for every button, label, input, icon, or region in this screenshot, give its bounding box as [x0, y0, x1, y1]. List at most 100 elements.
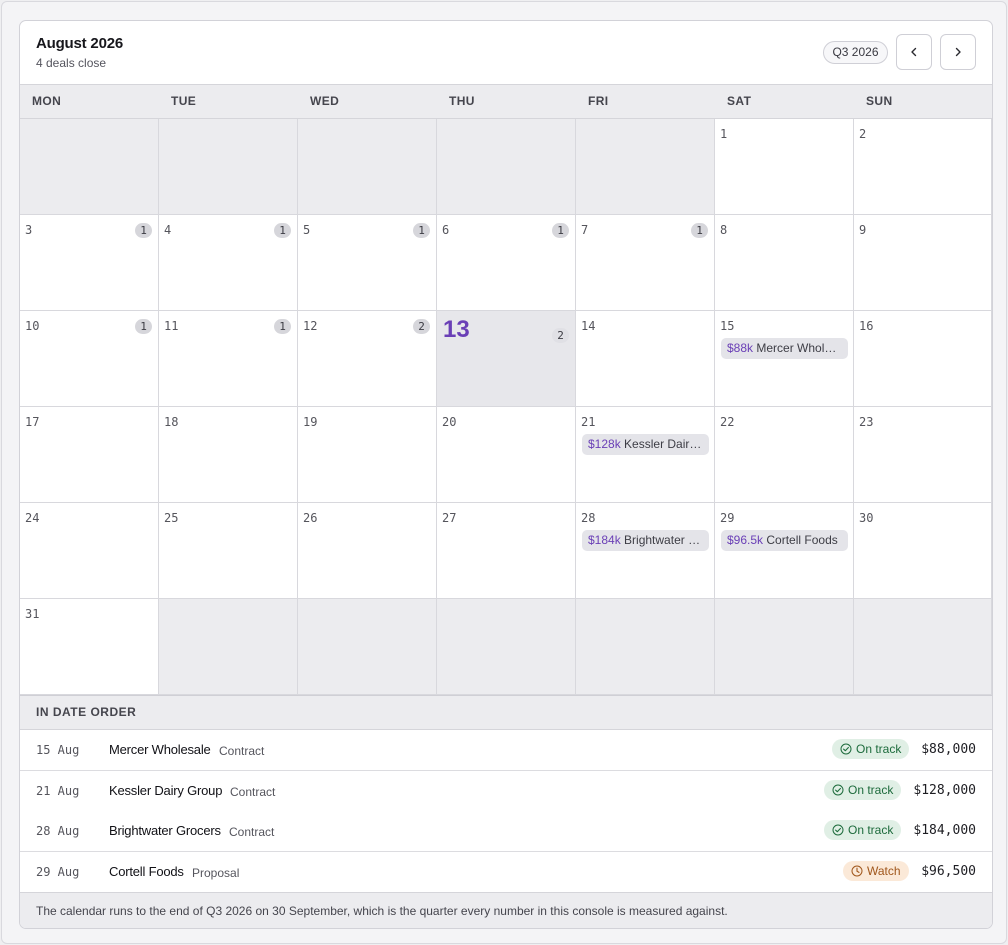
day-cell[interactable]: 61: [437, 215, 576, 311]
day-cell[interactable]: 21 $128k Kessler Dairy Group: [576, 407, 715, 503]
deal-stage: Contract: [230, 784, 276, 799]
day-number: 16: [859, 319, 874, 333]
empty-day-cell: [437, 599, 576, 695]
day-cell[interactable]: 23: [854, 407, 992, 503]
day-cell[interactable]: 19: [298, 407, 437, 503]
deal-chip-amount: $96.5k: [727, 533, 764, 547]
day-cell[interactable]: 41: [159, 215, 298, 311]
deal-chip-amount: $184k: [588, 533, 621, 547]
day-cell[interactable]: 1: [715, 119, 854, 215]
deal-row[interactable]: 28 Aug Brightwater Grocers Contract On trac…: [20, 811, 992, 852]
day-cell[interactable]: 14: [576, 311, 715, 407]
weekday-label: MON: [32, 94, 62, 108]
day-cell[interactable]: 30: [854, 503, 992, 599]
day-cell[interactable]: 31: [20, 599, 159, 695]
day-number: 13: [443, 316, 470, 343]
deal-chip[interactable]: $96.5k Cortell Foods: [721, 530, 848, 551]
day-number: 9: [859, 223, 867, 237]
day-number: 23: [859, 415, 874, 429]
deal-row[interactable]: 29 Aug Cortell Foods Proposal Watch $96,500: [20, 851, 992, 893]
status-label: On track: [856, 742, 902, 756]
deal-row[interactable]: 15 Aug Mercer Wholesale Contract On track $8…: [20, 730, 992, 771]
deal-date: 15 Aug: [36, 743, 80, 757]
deal-count-badge: 1: [274, 223, 291, 238]
day-cell[interactable]: 51: [298, 215, 437, 311]
deal-chip-name: Brightwater Grocers: [624, 533, 709, 547]
day-cell[interactable]: 22: [715, 407, 854, 503]
day-cell[interactable]: 24: [20, 503, 159, 599]
day-number: 3: [25, 223, 33, 237]
status-badge: On track: [824, 779, 902, 800]
day-cell[interactable]: 10 1: [20, 311, 159, 407]
deal-chip[interactable]: $184k Brightwater Grocers: [582, 530, 709, 551]
deal-chip[interactable]: $128k Kessler Dairy Group: [582, 434, 709, 455]
day-number: 17: [25, 415, 40, 429]
day-cell[interactable]: 8: [715, 215, 854, 311]
day-number: 12: [303, 319, 318, 333]
day-cell[interactable]: 20: [437, 407, 576, 503]
status-label: On track: [848, 782, 894, 797]
day-cell[interactable]: 25: [159, 503, 298, 599]
next-month-button[interactable]: [940, 34, 976, 70]
day-number: 31: [25, 607, 40, 621]
quarter-badge: Q3 2026: [823, 41, 888, 64]
day-cell[interactable]: 71: [576, 215, 715, 311]
weekday-label: FRI: [588, 94, 609, 108]
day-number: 19: [303, 415, 318, 429]
empty-day-cell: [20, 119, 159, 215]
previous-month-button[interactable]: [896, 34, 932, 70]
day-cell[interactable]: 9: [854, 215, 992, 311]
deal-count-badge: 1: [135, 223, 152, 238]
clock-icon: [851, 865, 863, 876]
deal-value: $184,000: [913, 823, 976, 838]
day-number: 27: [442, 511, 457, 525]
status-badge: On track: [832, 739, 910, 759]
empty-day-cell: [298, 119, 437, 215]
day-cell[interactable]: 31: [20, 215, 159, 311]
deal-date: 28 Aug: [36, 824, 80, 838]
day-number: 30: [859, 511, 874, 525]
day-number: 26: [303, 511, 318, 525]
deal-chip-name: Cortell Foods: [766, 533, 838, 547]
day-number: 4: [164, 223, 172, 237]
deal-chip[interactable]: $88k Mercer Wholesale: [721, 338, 848, 359]
day-number: 22: [720, 415, 735, 429]
day-cell[interactable]: 26: [298, 503, 437, 599]
empty-day-cell: [159, 119, 298, 215]
day-cell[interactable]: 16: [854, 311, 992, 407]
deal-count-badge: 1: [691, 223, 708, 238]
day-number: 18: [164, 415, 179, 429]
day-cell[interactable]: 11 1: [159, 311, 298, 407]
deal-count-badge: 2: [413, 319, 430, 334]
page-frame: August 2026 4 deals close Q3 2026 MON TU…: [1, 1, 1007, 944]
weekday-label: SUN: [866, 94, 893, 108]
check-circle-icon: [840, 743, 852, 755]
day-cell[interactable]: 18: [159, 407, 298, 503]
day-cell[interactable]: 15 $88k Mercer Wholesale: [715, 311, 854, 407]
day-number: 10: [25, 319, 40, 333]
day-number: 1: [720, 127, 728, 141]
status-label: Watch: [867, 863, 901, 878]
day-cell[interactable]: 2: [854, 119, 992, 215]
deal-row[interactable]: 21 Aug Kessler Dairy Group Contract On trac…: [20, 770, 992, 812]
weekday-header: MON TUE WED THU FRI SAT SUN: [20, 84, 992, 119]
day-number: 20: [442, 415, 457, 429]
empty-day-cell: [437, 119, 576, 215]
calendar-card: August 2026 4 deals close Q3 2026 MON TU…: [19, 20, 993, 929]
deal-value: $96,500: [921, 863, 976, 879]
deal-name: Cortell Foods: [109, 863, 184, 879]
day-cell[interactable]: 27: [437, 503, 576, 599]
status-badge: On track: [824, 820, 902, 840]
day-cell[interactable]: 28 $184k Brightwater Grocers: [576, 503, 715, 599]
day-cell[interactable]: 17: [20, 407, 159, 503]
day-number: 8: [720, 223, 728, 237]
today-cell[interactable]: 13 2: [437, 311, 576, 407]
empty-day-cell: [715, 599, 854, 695]
day-cell[interactable]: 29 $96.5k Cortell Foods: [715, 503, 854, 599]
deal-stage: Contract: [229, 825, 275, 839]
day-cell[interactable]: 12 2: [298, 311, 437, 407]
chevron-left-icon: [911, 47, 917, 57]
deal-chip-name: Mercer Wholesale: [756, 341, 848, 355]
deal-count-badge: 1: [135, 319, 152, 334]
day-number: 7: [581, 223, 589, 237]
